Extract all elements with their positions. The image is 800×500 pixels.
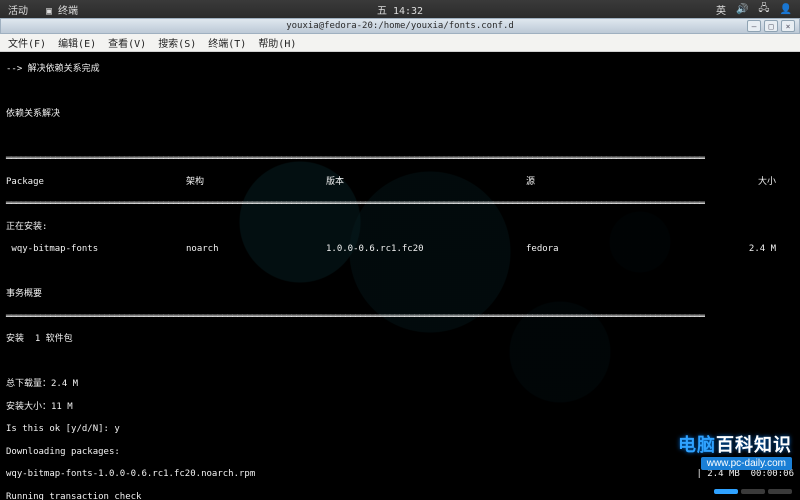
watermark: 电脑百科知识 www.pc-daily.com <box>678 431 792 470</box>
network-icon[interactable]: 🖧 <box>758 1 769 18</box>
window-title: youxia@fedora-20:/home/youxia/fonts.conf… <box>286 21 514 31</box>
section-installing: 正在安装: <box>6 222 794 233</box>
app-menu-terminal[interactable]: ▣ 终端 <box>46 2 78 17</box>
menu-file[interactable]: 文件(F) <box>4 33 50 52</box>
window-close-button[interactable]: × <box>781 20 795 32</box>
install-count: 安装 1 软件包 <box>6 334 794 345</box>
install-size: 安装大小：11 M <box>6 402 794 413</box>
window-minimize-button[interactable]: — <box>747 20 761 32</box>
divider: ════════════════════════════════════════… <box>6 199 794 210</box>
divider: ════════════════════════════════════════… <box>6 154 794 165</box>
total-download: 总下载量：2.4 M <box>6 379 794 390</box>
confirm-prompt: Is this ok [y/d/N]: y <box>6 424 794 435</box>
downloading-packages: Downloading packages: <box>6 447 794 458</box>
menubar: 文件(F) 编辑(E) 查看(V) 搜索(S) 终端(T) 帮助(H) <box>0 34 800 52</box>
download-row: wqy-bitmap-fonts-1.0.0-0.6.rc1.fc20.noar… <box>6 469 794 480</box>
menu-help[interactable]: 帮助(H) <box>254 33 300 52</box>
menu-search[interactable]: 搜索(S) <box>154 33 200 52</box>
blank <box>6 267 794 278</box>
gnome-top-bar: 活动 ▣ 终端 五 14:32 英 🔊 🖧 👤 <box>0 0 800 18</box>
blank <box>6 132 794 143</box>
menu-view[interactable]: 查看(V) <box>104 33 150 52</box>
menu-edit[interactable]: 编辑(E) <box>54 33 100 52</box>
activities-button[interactable]: 活动 <box>8 2 28 17</box>
blank <box>6 87 794 98</box>
table-header: Package 架构 版本 源 大小 <box>6 177 794 188</box>
input-lang-indicator[interactable]: 英 <box>716 2 726 17</box>
volume-icon[interactable]: 🔊 <box>736 4 748 15</box>
line: Running transaction check <box>6 492 794 500</box>
pager-indicator <box>714 489 792 494</box>
window-titlebar[interactable]: youxia@fedora-20:/home/youxia/fonts.conf… <box>0 18 800 34</box>
line: --> 解决依赖关系完成 <box>6 64 794 75</box>
menu-terminal[interactable]: 终端(T) <box>204 33 250 52</box>
divider: ════════════════════════════════════════… <box>6 312 794 323</box>
line: 依赖关系解决 <box>6 109 794 120</box>
transaction-summary: 事务概要 <box>6 289 794 300</box>
user-menu-icon[interactable]: 👤 <box>780 4 792 15</box>
blank <box>6 357 794 368</box>
clock[interactable]: 五 14:32 <box>377 2 423 17</box>
package-row: wqy-bitmap-fonts noarch 1.0.0-0.6.rc1.fc… <box>6 244 794 255</box>
window-maximize-button[interactable]: □ <box>764 20 778 32</box>
